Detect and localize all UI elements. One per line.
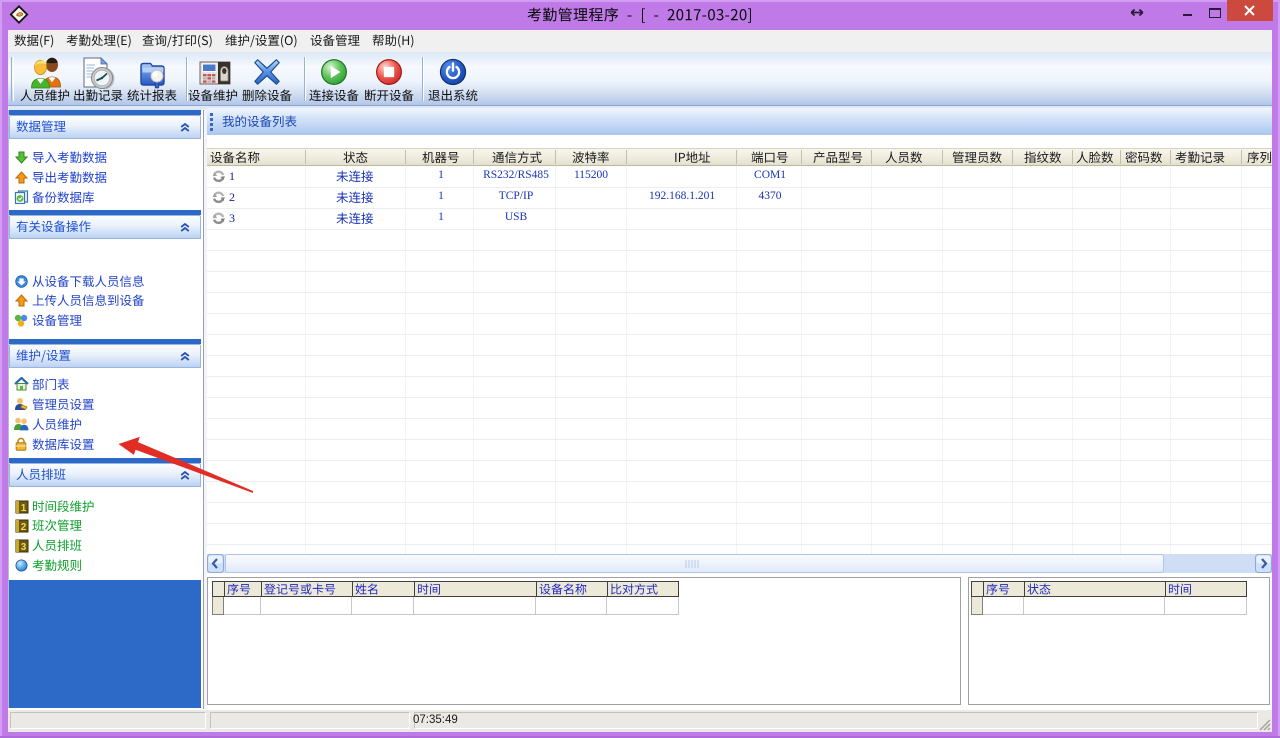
svg-text:3: 3 [21, 542, 27, 553]
svg-text:2: 2 [21, 522, 27, 533]
svg-text:1: 1 [21, 503, 27, 514]
